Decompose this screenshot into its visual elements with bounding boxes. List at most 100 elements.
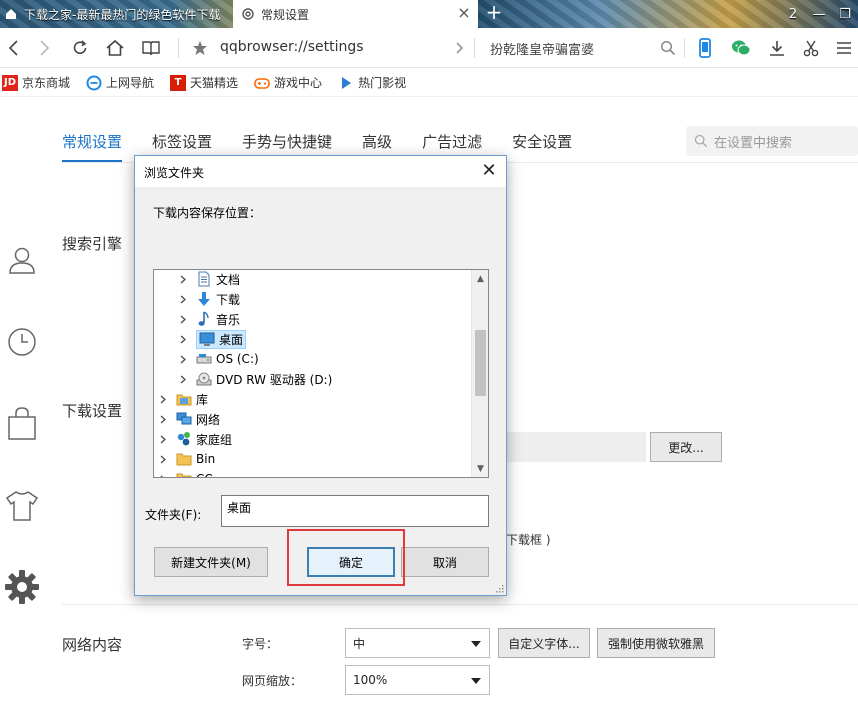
jd-icon: JD — [2, 74, 18, 91]
ok-button[interactable]: 确定 — [307, 547, 395, 577]
folder-icon — [176, 451, 192, 467]
chevron-right-icon[interactable] — [178, 314, 188, 324]
dialog-titlebar[interactable]: 浏览文件夹 ✕ — [135, 156, 506, 187]
section-search-engine: 搜索引擎 — [62, 235, 123, 253]
network-icon — [176, 411, 192, 427]
tab-title: 下载之家-最新最热门的绿色软件下载 — [24, 7, 221, 22]
minimize-icon[interactable]: — — [806, 7, 832, 22]
tree-item-documents[interactable]: 文档 — [178, 270, 240, 289]
tree-item-libraries[interactable]: 库 — [158, 389, 208, 409]
star-icon — [193, 41, 207, 55]
separator — [474, 38, 475, 58]
browse-folder-dialog: 浏览文件夹 ✕ 下载内容保存位置： 文档 下载 音乐 桌面 OS (C:) DV… — [134, 155, 507, 596]
gear-icon — [241, 7, 255, 21]
tree-item-cc[interactable]: CC — [158, 469, 213, 477]
bookmark-jd[interactable]: JD 京东商城 — [2, 74, 70, 91]
bookmark-tmall[interactable]: T 天猫精选 — [170, 74, 238, 91]
tree-item-selection: 桌面 — [196, 329, 247, 349]
chevron-right-icon[interactable] — [178, 294, 188, 304]
tab-title: 常规设置 — [261, 7, 310, 22]
settings-search-input[interactable]: 在设置中搜索 — [686, 126, 858, 156]
font-size-select[interactable]: 中 — [345, 628, 490, 658]
folder-input[interactable]: 桌面 — [221, 495, 489, 527]
bookmark-nav[interactable]: 上网导航 — [86, 74, 154, 91]
chevron-down-icon — [471, 678, 481, 684]
tab-security[interactable]: 安全设置 — [512, 118, 572, 162]
close-icon[interactable]: ✕ — [480, 161, 498, 181]
downloads-button[interactable] — [765, 36, 789, 60]
chevron-right-icon[interactable] — [178, 374, 188, 384]
url-text[interactable]: qqbrowser://settings — [220, 39, 364, 55]
tab-settings[interactable]: 常规设置 × — [233, 0, 478, 28]
tree-item-dvd-d[interactable]: DVD RW 驱动器 (D:) — [178, 369, 332, 389]
new-folder-button[interactable]: 新建文件夹(M) — [154, 547, 268, 577]
user-icon[interactable] — [4, 242, 40, 278]
chevron-right-icon[interactable] — [178, 354, 188, 364]
tab-counter[interactable]: 2 — [780, 7, 806, 22]
search-box-text[interactable]: 扮乾隆皇帝骗富婆 — [490, 39, 594, 58]
homegroup-icon — [176, 431, 192, 447]
tree-item-downloads[interactable]: 下载 — [178, 289, 240, 309]
close-tab-icon[interactable]: × — [456, 5, 472, 21]
scroll-thumb[interactable] — [475, 330, 486, 396]
chevron-right-icon[interactable] — [158, 454, 168, 464]
home-button[interactable] — [103, 36, 127, 60]
chevron-right-icon[interactable] — [158, 414, 168, 424]
tree-item-label: 家庭组 — [196, 432, 233, 447]
tree-item-desktop[interactable]: 桌面 — [178, 329, 247, 349]
chevron-right-icon[interactable] — [158, 474, 168, 477]
force-yahei-button[interactable]: 强制使用微软雅黑 — [597, 628, 715, 658]
tree-item-music[interactable]: 音乐 — [178, 309, 240, 329]
tmall-icon: T — [170, 74, 187, 91]
download-icon — [770, 41, 784, 56]
scroll-up-icon[interactable]: ▲ — [472, 270, 488, 287]
new-tab-button[interactable]: + — [484, 1, 504, 25]
custom-font-button[interactable]: 自定义字体... — [498, 628, 590, 658]
resize-grip-icon[interactable] — [494, 583, 504, 593]
bookmark-games[interactable]: 游戏中心 — [254, 74, 322, 91]
tab-download-home[interactable]: 下载之家-最新最热门的绿色软件下载 — [0, 0, 232, 28]
scroll-down-icon[interactable]: ▼ — [472, 460, 488, 477]
shopping-bag-icon[interactable] — [4, 405, 40, 441]
tree-scrollbar[interactable]: ▲ ▼ — [471, 270, 488, 477]
tree-item-label: CC — [196, 472, 213, 477]
zoom-select[interactable]: 100% — [345, 665, 490, 695]
tree-item-homegroup[interactable]: 家庭组 — [158, 429, 232, 449]
cancel-button[interactable]: 取消 — [401, 547, 489, 577]
settings-gear-icon[interactable] — [4, 569, 40, 605]
chevron-right-icon[interactable] — [158, 434, 168, 444]
chevron-right-icon[interactable] — [178, 334, 188, 344]
reader-button[interactable] — [139, 36, 163, 60]
tree-item-network[interactable]: 网络 — [158, 409, 220, 429]
section-web-content: 网络内容 — [62, 636, 123, 654]
bookmark-star-button[interactable] — [188, 36, 212, 60]
wechat-button[interactable] — [729, 36, 753, 60]
screenshot-button[interactable] — [799, 36, 823, 60]
bookmark-movies[interactable]: 热门影视 — [338, 74, 406, 91]
tab-general-settings[interactable]: 常规设置 — [62, 118, 123, 162]
chevron-right-icon — [456, 42, 463, 54]
chevron-right-icon[interactable] — [178, 274, 188, 284]
restore-icon[interactable]: ❐ — [832, 7, 858, 22]
history-clock-icon[interactable] — [4, 324, 40, 360]
mobile-button[interactable] — [693, 36, 717, 60]
font-size-label: 字号： — [242, 637, 279, 651]
address-go-button[interactable] — [448, 36, 472, 60]
search-button[interactable] — [656, 36, 680, 60]
menu-button[interactable] — [832, 36, 856, 60]
bookmark-label: 游戏中心 — [274, 76, 323, 90]
change-path-button[interactable]: 更改... — [650, 432, 722, 462]
music-note-icon — [196, 311, 212, 327]
chevron-right-icon[interactable] — [158, 394, 168, 404]
tshirt-skin-icon[interactable] — [4, 488, 40, 524]
folder-tree[interactable]: 文档 下载 音乐 桌面 OS (C:) DVD RW 驱动器 (D:) 库 网络… — [153, 269, 489, 478]
zoom-label: 网页缩放： — [242, 674, 303, 688]
tab-strip: 下载之家-最新最热门的绿色软件下载 常规设置 × + 2 — ❐ — [0, 0, 858, 28]
tree-item-label: 库 — [196, 392, 209, 407]
refresh-button[interactable] — [68, 36, 92, 60]
tree-item-label: OS (C:) — [216, 352, 259, 366]
back-button[interactable] — [2, 36, 26, 60]
tree-item-os-c[interactable]: OS (C:) — [178, 349, 259, 369]
forward-button[interactable] — [32, 36, 56, 60]
tree-item-bin[interactable]: Bin — [158, 449, 215, 469]
